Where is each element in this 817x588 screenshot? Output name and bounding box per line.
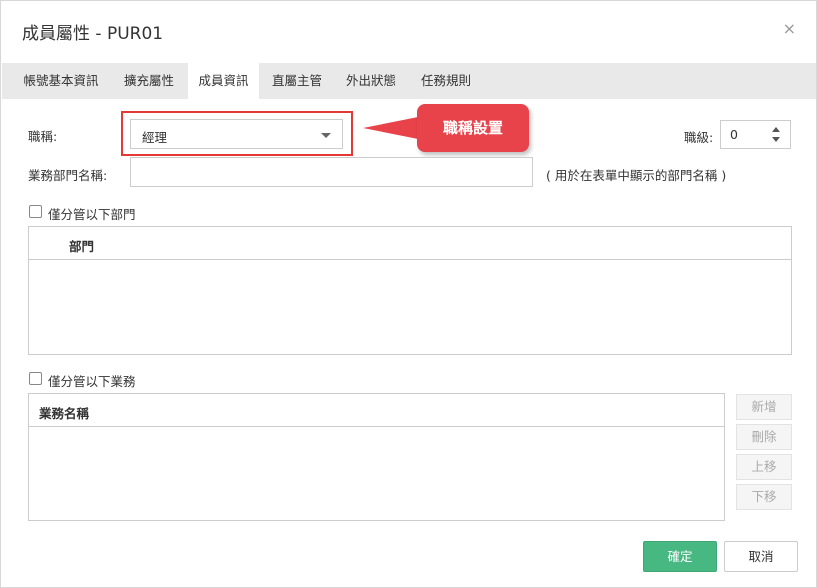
- biz-grid-header: 業務名稱: [29, 394, 724, 427]
- job-title-highlight-box: [121, 111, 353, 156]
- spin-up-icon[interactable]: [772, 127, 780, 132]
- tab-member-info[interactable]: 成員資訊: [188, 63, 259, 99]
- delete-button[interactable]: 刪除: [736, 424, 792, 450]
- manage-depts-checkbox[interactable]: [29, 205, 42, 218]
- move-up-button[interactable]: 上移: [736, 454, 792, 480]
- dept-grid-header: 部門: [29, 227, 791, 260]
- tab-out-status[interactable]: 外出狀態: [335, 63, 407, 99]
- add-button[interactable]: 新增: [736, 394, 792, 420]
- manage-biz-label: 僅分管以下業務: [48, 374, 136, 389]
- tab-extended-attributes[interactable]: 擴充屬性: [113, 63, 185, 99]
- cancel-button[interactable]: 取消: [724, 541, 798, 572]
- callout-arrow: [363, 117, 418, 139]
- grade-stepper[interactable]: 0: [720, 120, 791, 149]
- dept-name-input[interactable]: [130, 157, 533, 187]
- job-title-label: 職稱:: [28, 129, 58, 144]
- dialog-title: 成員屬性 - PUR01: [22, 24, 164, 44]
- manage-depts-label: 僅分管以下部門: [48, 207, 136, 222]
- tab-direct-supervisor[interactable]: 直屬主管: [261, 63, 333, 99]
- tab-account-basic-info[interactable]: 帳號基本資訊: [13, 63, 109, 99]
- move-down-button[interactable]: 下移: [736, 484, 792, 510]
- job-title-callout: 職稱設置: [417, 104, 529, 152]
- manage-biz-checkbox[interactable]: [29, 372, 42, 385]
- member-properties-dialog: 成員屬性 - PUR01 × 帳號基本資訊 擴充屬性 成員資訊 直屬主管 外出狀…: [0, 0, 817, 588]
- ok-button[interactable]: 確定: [643, 541, 717, 572]
- dept-grid: 部門: [28, 226, 792, 355]
- dept-name-hint: ( 用於在表單中顯示的部門名稱 ): [546, 168, 727, 183]
- close-icon[interactable]: ×: [783, 19, 796, 39]
- grade-value: 0: [730, 127, 738, 142]
- tab-bar: 帳號基本資訊 擴充屬性 成員資訊 直屬主管 外出狀態 任務規則: [2, 63, 816, 99]
- biz-column-header: 業務名稱: [39, 406, 90, 421]
- dept-name-label: 業務部門名稱:: [28, 168, 108, 183]
- spin-down-icon[interactable]: [772, 137, 780, 142]
- biz-grid: 業務名稱: [28, 393, 725, 521]
- dept-column-header: 部門: [69, 239, 95, 254]
- tab-task-rules[interactable]: 任務規則: [410, 63, 482, 99]
- grade-label: 職級:: [684, 130, 714, 145]
